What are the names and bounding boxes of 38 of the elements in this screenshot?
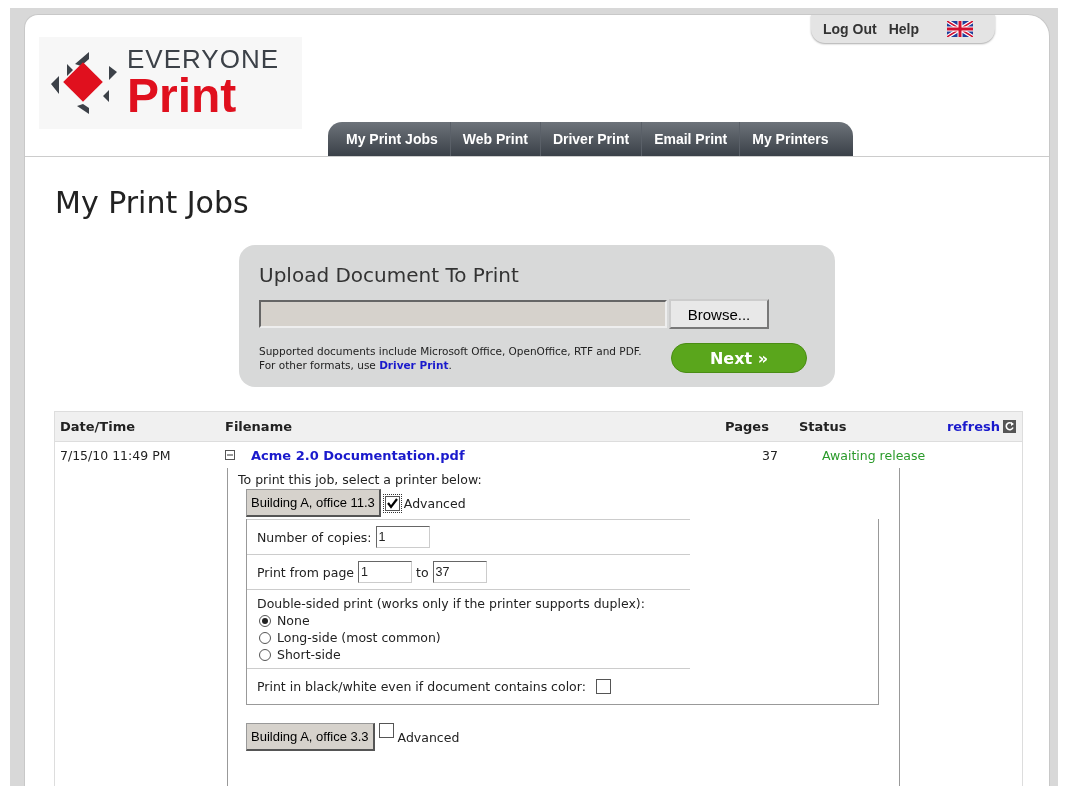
- nav-tab[interactable]: My Print Jobs: [328, 122, 450, 156]
- checkbox-label: Advanced: [403, 495, 466, 511]
- field-label: to: [416, 564, 429, 580]
- nav-tab[interactable]: Driver Print: [539, 122, 642, 156]
- table-cell-text: 37: [761, 447, 779, 463]
- field-label: Number of copies:: [257, 529, 372, 545]
- printer-button[interactable]: Building A, office 3.3: [246, 723, 375, 751]
- status-text: Awaiting release: [821, 447, 927, 463]
- page-from-field[interactable]: 1: [358, 561, 412, 583]
- table-cell-text: 7/15/10 11:49 PM: [59, 447, 172, 463]
- column-header: Status: [798, 419, 848, 434]
- prompt-text: To print this job, select a printer below:: [238, 472, 483, 487]
- top-link[interactable]: Help: [888, 21, 919, 37]
- field-label: Double-sided print (works only if the printer supports duplex):: [257, 596, 645, 611]
- supported-formats-note: Supported documents include Microsoft Office, OpenOffice, RTF and PDF. For other formats, use Driver Print.: [259, 344, 643, 372]
- copies-field[interactable]: 1: [375, 526, 430, 548]
- page-title: My Print Jobs: [55, 185, 250, 220]
- nav-tab[interactable]: Email Print: [641, 122, 740, 156]
- column-header: Filename: [225, 419, 293, 434]
- printer-button[interactable]: Building A, office 11.3: [246, 489, 381, 517]
- field-label: Print in black/white even if document contains color:: [257, 679, 586, 694]
- radio-label: None: [277, 613, 310, 628]
- column-header: Pages: [724, 419, 770, 434]
- upload-title: Upload Document To Print: [259, 263, 520, 287]
- logo-text: Print: [127, 72, 238, 120]
- top-link[interactable]: Log Out: [823, 21, 877, 37]
- radio-label: Long-side (most common): [277, 630, 441, 645]
- browse-button[interactable]: Browse...: [669, 299, 769, 329]
- checkbox-label: Advanced: [397, 729, 460, 745]
- field-label: Print from page: [257, 564, 354, 580]
- page-to-field[interactable]: 37: [432, 561, 487, 583]
- radio-label: Short-side: [277, 647, 341, 662]
- refresh-link[interactable]: refresh: [946, 419, 1016, 434]
- nav-tab[interactable]: Web Print: [449, 122, 540, 156]
- file-link[interactable]: Acme 2.0 Documentation.pdf: [251, 447, 465, 463]
- column-header: Date/Time: [59, 419, 137, 434]
- nav-tab[interactable]: My Printers: [739, 122, 853, 156]
- logo-text: EVERYONE: [127, 46, 279, 72]
